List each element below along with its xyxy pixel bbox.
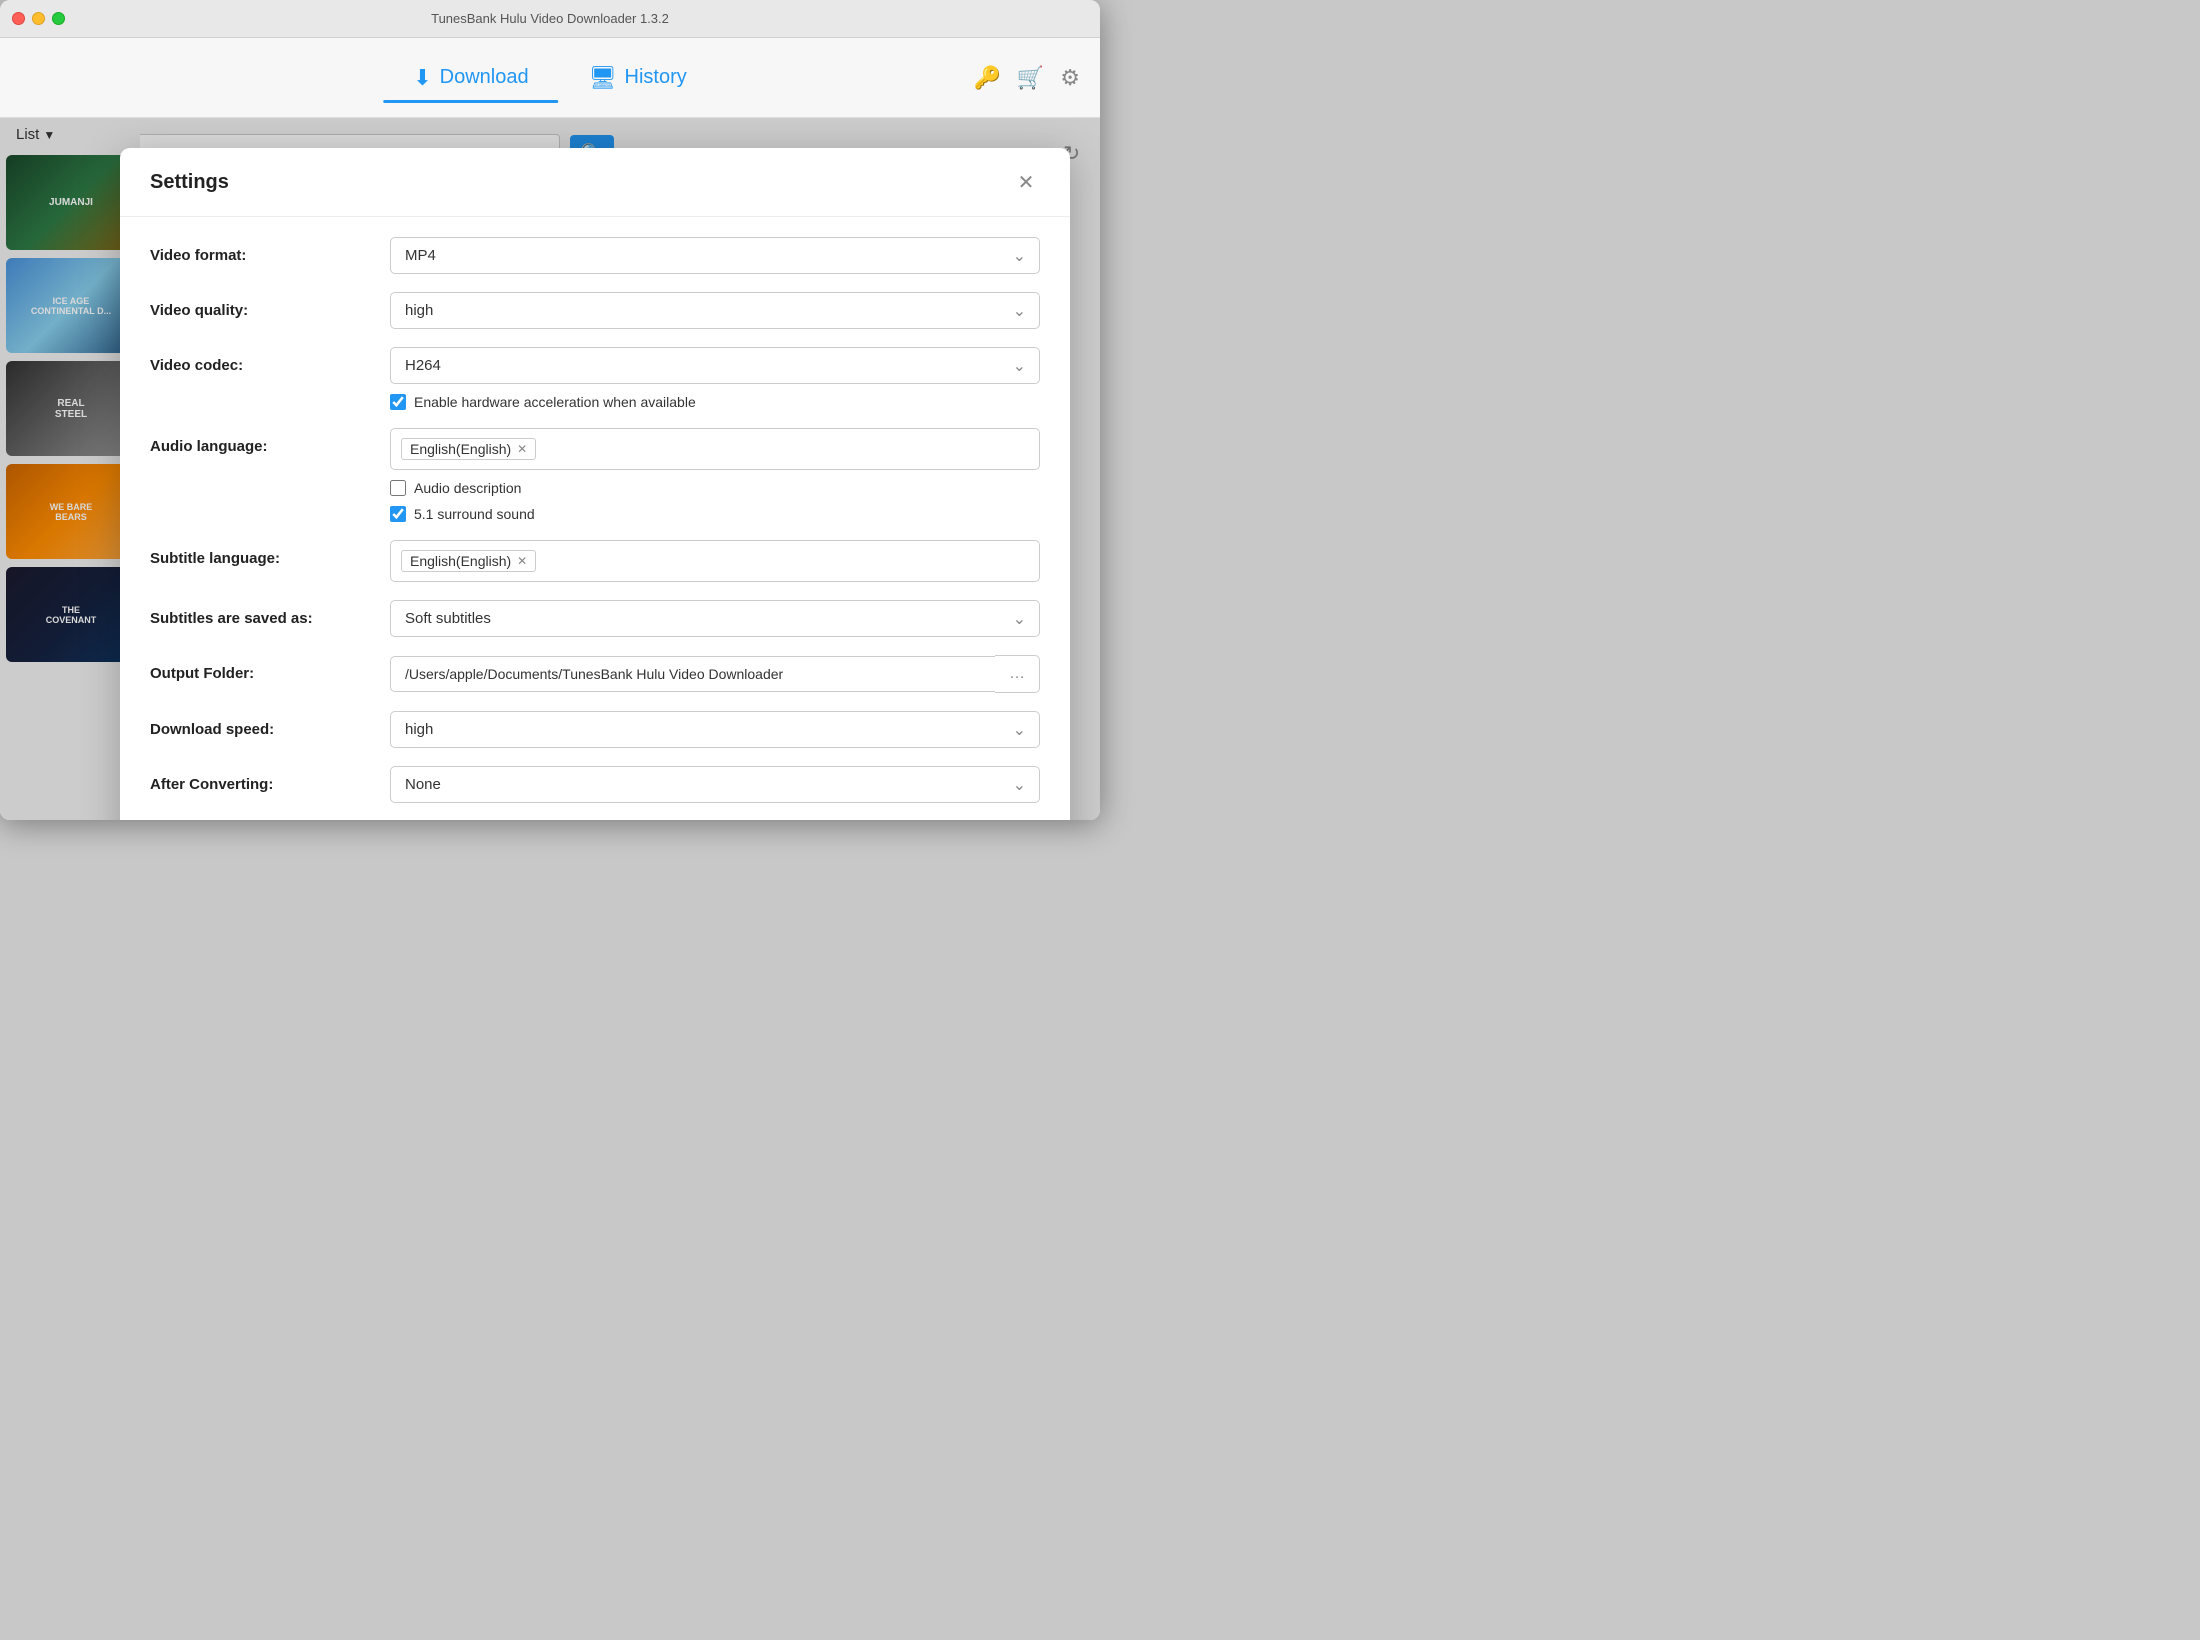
subtitle-language-tag-value: English(English)	[410, 553, 511, 569]
tab-history[interactable]: 🖥 History	[559, 55, 717, 101]
audio-description-row: Audio description	[390, 480, 1040, 496]
label-output-folder: Output Folder:	[150, 655, 390, 682]
hardware-acceleration-checkbox[interactable]	[390, 394, 406, 410]
settings-title: Settings	[150, 171, 229, 194]
select-wrapper-after-converting: None Open folder Shut down	[390, 766, 1040, 803]
key-icon[interactable]: 🔑	[973, 65, 1000, 91]
settings-row-video-format: Video format: MP4 MKV AVI	[150, 237, 1040, 274]
select-wrapper-download-speed: high medium low	[390, 711, 1040, 748]
control-audio-language: English(English) ✕ Audio description 5.1…	[390, 428, 1040, 522]
settings-row-subtitle-language: Subtitle language: English(English) ✕	[150, 540, 1040, 582]
traffic-lights	[12, 12, 65, 25]
maximize-button[interactable]	[52, 12, 65, 25]
select-video-quality[interactable]: high medium low	[390, 292, 1040, 329]
tab-download[interactable]: ⬇ Download	[383, 55, 558, 101]
nav-tabs: ⬇ Download 🖥 History	[383, 55, 717, 101]
select-wrapper-video-codec: H264 H265	[390, 347, 1040, 384]
hardware-acceleration-row: Enable hardware acceleration when availa…	[390, 394, 1040, 410]
settings-modal: Settings ✕ Video format: MP4 MKV AVI	[120, 148, 1070, 820]
select-download-speed[interactable]: high medium low	[390, 711, 1040, 748]
modal-header: Settings ✕	[120, 148, 1070, 217]
minimize-button[interactable]	[32, 12, 45, 25]
control-output-folder: …	[390, 655, 1040, 693]
toolbar-right: 🔑 🛒 ⚙	[973, 65, 1080, 91]
settings-body: Video format: MP4 MKV AVI Video qual	[120, 217, 1070, 820]
control-video-quality: high medium low	[390, 292, 1040, 329]
control-subtitles-saved: Soft subtitles Hard subtitles External s…	[390, 600, 1040, 637]
control-video-format: MP4 MKV AVI	[390, 237, 1040, 274]
label-subtitle-language: Subtitle language:	[150, 540, 390, 567]
select-wrapper-video-format: MP4 MKV AVI	[390, 237, 1040, 274]
modal-close-button[interactable]: ✕	[1012, 168, 1040, 196]
audio-language-tag-close[interactable]: ✕	[517, 442, 527, 456]
control-video-codec: H264 H265 Enable hardware acceleration w…	[390, 347, 1040, 410]
history-icon: 🖥	[589, 65, 617, 91]
surround-sound-row: 5.1 surround sound	[390, 506, 1040, 522]
hardware-acceleration-label: Enable hardware acceleration when availa…	[414, 394, 696, 410]
settings-row-download-speed: Download speed: high medium low	[150, 711, 1040, 748]
subtitle-language-tag-close[interactable]: ✕	[517, 554, 527, 568]
control-subtitle-language: English(English) ✕	[390, 540, 1040, 582]
select-video-format[interactable]: MP4 MKV AVI	[390, 237, 1040, 274]
settings-row-output-folder: Output Folder: …	[150, 655, 1040, 693]
subtitle-language-tag: English(English) ✕	[401, 550, 536, 572]
label-video-codec: Video codec:	[150, 347, 390, 374]
select-after-converting[interactable]: None Open folder Shut down	[390, 766, 1040, 803]
output-folder-row: …	[390, 655, 1040, 693]
settings-row-video-quality: Video quality: high medium low	[150, 292, 1040, 329]
settings-row-audio-language: Audio language: English(English) ✕ Audio…	[150, 428, 1040, 522]
cart-icon[interactable]: 🛒	[1017, 65, 1044, 91]
control-download-speed: high medium low	[390, 711, 1040, 748]
app-window: TunesBank Hulu Video Downloader 1.3.2 ⬇ …	[0, 0, 1100, 820]
label-subtitles-saved: Subtitles are saved as:	[150, 600, 390, 627]
audio-language-tag-input[interactable]: English(English) ✕	[390, 428, 1040, 470]
output-folder-browse-button[interactable]: …	[995, 655, 1040, 693]
label-audio-language: Audio language:	[150, 428, 390, 455]
window-title: TunesBank Hulu Video Downloader 1.3.2	[431, 11, 669, 26]
audio-language-tag-value: English(English)	[410, 441, 511, 457]
select-subtitles-saved[interactable]: Soft subtitles Hard subtitles External s…	[390, 600, 1040, 637]
label-video-quality: Video quality:	[150, 292, 390, 319]
output-folder-input[interactable]	[390, 656, 995, 692]
select-wrapper-video-quality: high medium low	[390, 292, 1040, 329]
surround-sound-checkbox[interactable]	[390, 506, 406, 522]
download-icon: ⬇	[413, 65, 431, 91]
subtitle-language-tag-input[interactable]: English(English) ✕	[390, 540, 1040, 582]
gear-icon[interactable]: ⚙	[1060, 65, 1080, 91]
audio-language-tag: English(English) ✕	[401, 438, 536, 460]
main-content: 🔍 ↻ List ▼ JUMANJI ICE AGECONTINENTAL D.…	[0, 118, 1100, 820]
label-video-format: Video format:	[150, 237, 390, 264]
surround-sound-label: 5.1 surround sound	[414, 506, 535, 522]
tab-history-label: History	[625, 66, 687, 89]
settings-row-subtitles-saved: Subtitles are saved as: Soft subtitles H…	[150, 600, 1040, 637]
audio-description-label: Audio description	[414, 480, 521, 496]
titlebar: TunesBank Hulu Video Downloader 1.3.2	[0, 0, 1100, 38]
select-wrapper-subtitles-saved: Soft subtitles Hard subtitles External s…	[390, 600, 1040, 637]
select-video-codec[interactable]: H264 H265	[390, 347, 1040, 384]
settings-row-video-codec: Video codec: H264 H265 Enable hardware a…	[150, 347, 1040, 410]
label-download-speed: Download speed:	[150, 711, 390, 738]
close-button[interactable]	[12, 12, 25, 25]
label-after-converting: After Converting:	[150, 766, 390, 793]
settings-row-after-converting: After Converting: None Open folder Shut …	[150, 766, 1040, 803]
control-after-converting: None Open folder Shut down	[390, 766, 1040, 803]
audio-description-checkbox[interactable]	[390, 480, 406, 496]
toolbar: ⬇ Download 🖥 History 🔑 🛒 ⚙	[0, 38, 1100, 118]
tab-download-label: Download	[440, 66, 529, 89]
